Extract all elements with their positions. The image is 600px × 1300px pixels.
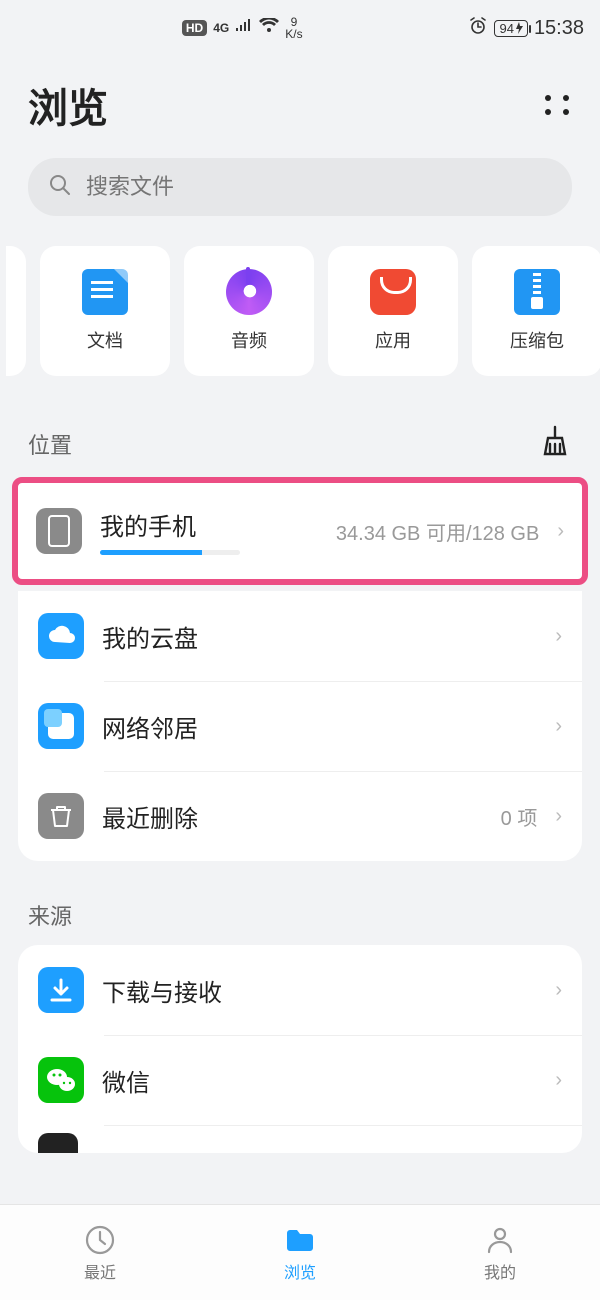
storage-bar — [100, 550, 240, 555]
search-bar[interactable] — [28, 158, 572, 216]
row-title: 我的手机 — [100, 507, 318, 542]
category-audio[interactable]: 音频 — [184, 246, 314, 376]
app-icon — [370, 269, 416, 315]
category-label: 文档 — [87, 327, 123, 353]
chevron-right-icon: › — [555, 715, 562, 738]
download-icon — [38, 967, 84, 1013]
cloud-icon — [38, 613, 84, 659]
cleanup-icon[interactable] — [538, 424, 572, 463]
section-title: 位置 — [28, 428, 538, 460]
search-input[interactable] — [86, 174, 552, 200]
chevron-right-icon: › — [557, 520, 564, 543]
source-wechat[interactable]: 微信 › — [18, 1035, 582, 1125]
bottom-nav: 最近 浏览 我的 — [0, 1204, 600, 1300]
row-title: 下载与接收 — [102, 973, 537, 1008]
highlight-annotation: 我的手机 34.34 GB 可用/128 GB › — [12, 477, 588, 585]
row-title: 最近删除 — [102, 799, 483, 834]
row-title: 网络邻居 — [102, 709, 537, 744]
sources-list: 下载与接收 › 微信 › — [18, 945, 582, 1153]
source-downloads[interactable]: 下载与接收 › — [18, 945, 582, 1035]
chevron-right-icon: › — [555, 979, 562, 1002]
nav-label: 我的 — [484, 1259, 516, 1283]
search-icon — [48, 173, 72, 202]
page-header: 浏览 — [0, 56, 600, 158]
page-title: 浏览 — [28, 76, 542, 134]
row-title: 微信 — [102, 1063, 537, 1098]
row-title: 我的云盘 — [102, 619, 537, 654]
locations-list: 我的云盘 › 网络邻居 › 最近删除 0 项 › — [18, 591, 582, 861]
more-menu-button[interactable] — [542, 90, 572, 120]
trash-icon — [38, 793, 84, 839]
sources-header: 来源 — [0, 861, 600, 945]
doc-icon — [82, 269, 128, 315]
chevron-right-icon: › — [555, 625, 562, 648]
source-more-peek[interactable] — [18, 1125, 582, 1153]
locations-header: 位置 — [0, 376, 600, 477]
phone-icon — [36, 508, 82, 554]
storage-meta: 34.34 GB 可用/128 GB — [336, 517, 539, 546]
section-title: 来源 — [28, 899, 572, 931]
category-label: 音频 — [231, 327, 267, 353]
network-icon — [38, 703, 84, 749]
nav-mine[interactable]: 我的 — [400, 1205, 600, 1300]
zip-icon — [514, 269, 560, 315]
chevron-right-icon: › — [555, 1069, 562, 1092]
status-bar: HD 4G 9 K/s 94 15:38 — [0, 0, 600, 56]
chevron-right-icon: › — [555, 805, 562, 828]
alarm-icon — [468, 16, 488, 41]
category-label: 应用 — [375, 327, 411, 353]
category-prev-peek[interactable] — [6, 246, 26, 376]
location-cloud-drive[interactable]: 我的云盘 › — [18, 591, 582, 681]
category-row[interactable]: 文档 音频 应用 压缩包 — [0, 216, 600, 376]
nav-label: 浏览 — [284, 1259, 316, 1283]
person-icon — [483, 1223, 517, 1257]
wechat-icon — [38, 1057, 84, 1103]
hd-badge: HD — [182, 20, 207, 36]
app-icon-peek — [38, 1133, 78, 1153]
network-gen: 4G — [213, 21, 229, 35]
nav-browse[interactable]: 浏览 — [200, 1205, 400, 1300]
wifi-icon — [259, 18, 279, 39]
nav-recent[interactable]: 最近 — [0, 1205, 200, 1300]
category-label: 压缩包 — [510, 327, 564, 353]
signal-bars-icon — [235, 19, 253, 38]
clock-icon — [83, 1223, 117, 1257]
battery-indicator: 94 — [494, 20, 527, 37]
clock-time: 15:38 — [534, 17, 584, 40]
nav-label: 最近 — [84, 1259, 116, 1283]
row-meta: 0 项 — [501, 802, 538, 831]
location-network-neighbors[interactable]: 网络邻居 › — [18, 681, 582, 771]
category-archives[interactable]: 压缩包 — [472, 246, 600, 376]
location-recently-deleted[interactable]: 最近删除 0 项 › — [18, 771, 582, 861]
category-documents[interactable]: 文档 — [40, 246, 170, 376]
audio-icon — [226, 269, 272, 315]
location-my-phone[interactable]: 我的手机 34.34 GB 可用/128 GB › — [18, 483, 582, 579]
category-apps[interactable]: 应用 — [328, 246, 458, 376]
folder-icon — [283, 1223, 317, 1257]
network-speed: 9 K/s — [285, 16, 302, 40]
